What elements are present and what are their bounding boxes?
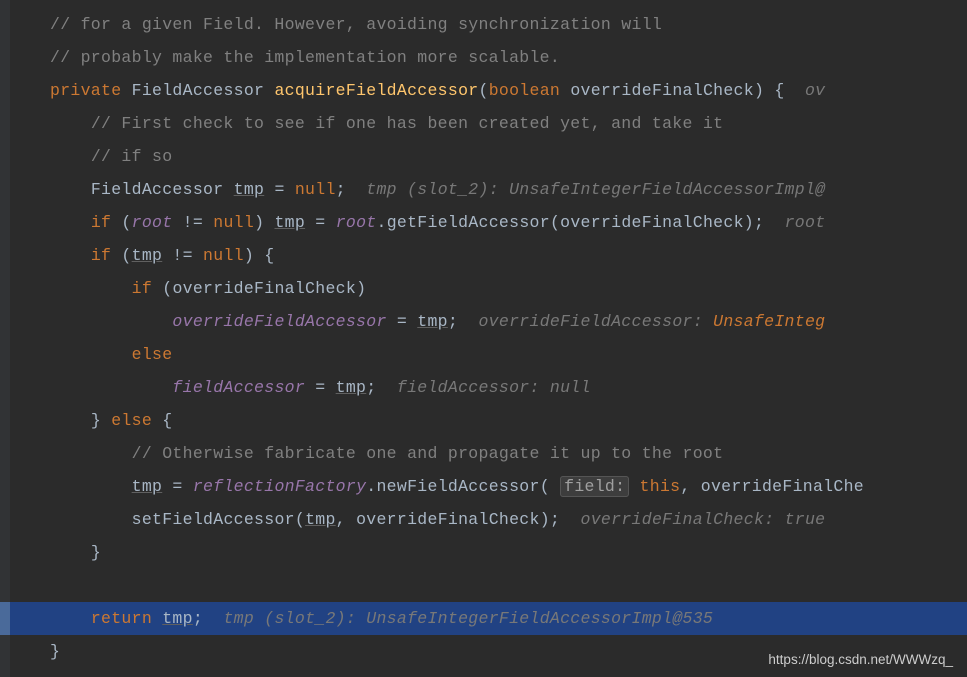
text: } [50, 642, 60, 661]
type: FieldAccessor [132, 81, 265, 100]
code-line[interactable]: // for a given Field. However, avoiding … [0, 8, 967, 41]
text: } [91, 543, 101, 562]
field-ref: reflectionFactory [193, 477, 366, 496]
text: ; [448, 312, 458, 331]
text: ; [366, 378, 376, 397]
code-line[interactable]: tmp = reflectionFactory.newFieldAccessor… [0, 470, 967, 503]
type: FieldAccessor [91, 180, 224, 199]
inline-hint: fieldAccessor: null [397, 378, 591, 397]
field-ref: root [336, 213, 377, 232]
text: . [377, 213, 387, 232]
keyword-null: null [213, 213, 254, 232]
text: ; [193, 609, 203, 628]
code-line[interactable]: // Otherwise fabricate one and propagate… [0, 437, 967, 470]
variable: tmp [132, 246, 163, 265]
field-ref: overrideFieldAccessor [172, 312, 386, 331]
method-call: newFieldAccessor [376, 477, 539, 496]
variable: tmp [234, 180, 265, 199]
code-line[interactable]: private FieldAccessor acquireFieldAccess… [0, 74, 967, 107]
code-editor[interactable]: // for a given Field. However, avoiding … [0, 0, 967, 668]
inline-hint: root [785, 213, 826, 232]
variable: tmp [336, 378, 367, 397]
code-line[interactable]: else [0, 338, 967, 371]
keyword-boolean: boolean [489, 81, 560, 100]
code-line[interactable]: FieldAccessor tmp = null; tmp (slot_2): … [0, 173, 967, 206]
method-call: setFieldAccessor [132, 510, 295, 529]
code-line[interactable] [0, 569, 967, 602]
keyword-else: else [132, 345, 173, 364]
keyword-if: if [91, 246, 111, 265]
inline-hint: UnsafeInteg [713, 312, 825, 331]
code-line[interactable]: overrideFieldAccessor = tmp; overrideFie… [0, 305, 967, 338]
code-line[interactable]: if (root != null) tmp = root.getFieldAcc… [0, 206, 967, 239]
gutter [0, 0, 10, 677]
parameter: overrideFinalChe [701, 477, 864, 496]
variable: tmp [305, 510, 336, 529]
code-line[interactable]: // First check to see if one has been cr… [0, 107, 967, 140]
text: = [387, 312, 418, 331]
method-call: getFieldAccessor [387, 213, 550, 232]
text: ; [550, 510, 560, 529]
gutter-highlight [0, 602, 10, 635]
comment: // if so [91, 147, 173, 166]
keyword-null: null [203, 246, 244, 265]
keyword-this: this [640, 477, 681, 496]
parameter: overrideFinalCheck [172, 279, 356, 298]
text: } [91, 411, 111, 430]
text: . [366, 477, 376, 496]
text: ) [254, 213, 274, 232]
keyword-if: if [132, 279, 152, 298]
code-line[interactable]: fieldAccessor = tmp; fieldAccessor: null [0, 371, 967, 404]
text: != [162, 246, 203, 265]
text: ) { [244, 246, 275, 265]
text: != [172, 213, 213, 232]
code-line[interactable]: if (tmp != null) { [0, 239, 967, 272]
text: , [336, 510, 356, 529]
field-ref: root [132, 213, 173, 232]
param-hint: field: [560, 476, 629, 497]
code-line-current[interactable]: return tmp; tmp (slot_2): UnsafeIntegerF… [0, 602, 967, 635]
variable: tmp [274, 213, 305, 232]
keyword-private: private [50, 81, 121, 100]
text: ; [754, 213, 764, 232]
code-line[interactable]: if (overrideFinalCheck) [0, 272, 967, 305]
code-line[interactable]: setFieldAccessor(tmp, overrideFinalCheck… [0, 503, 967, 536]
code-line[interactable]: // if so [0, 140, 967, 173]
inline-hint: ov [805, 81, 825, 100]
variable: tmp [132, 477, 163, 496]
inline-hint: tmp (slot_2): UnsafeIntegerFieldAccessor… [366, 180, 825, 199]
code-line[interactable]: // probably make the implementation more… [0, 41, 967, 74]
text: { [152, 411, 172, 430]
comment: // First check to see if one has been cr… [91, 114, 724, 133]
parameter: overrideFinalCheck [356, 510, 540, 529]
parameter: overrideFinalCheck [570, 81, 754, 100]
watermark: https://blog.csdn.net/WWWzq_ [768, 652, 953, 667]
method-name: acquireFieldAccessor [274, 81, 478, 100]
inline-hint: overrideFieldAccessor: [478, 312, 713, 331]
inline-hint: tmp (slot_2): UnsafeIntegerFieldAccessor… [223, 609, 713, 628]
inline-hint: overrideFinalCheck: true [581, 510, 826, 529]
text: ; [336, 180, 346, 199]
code-line[interactable]: } else { [0, 404, 967, 437]
parameter: overrideFinalCheck [560, 213, 744, 232]
comment: // for a given Field. However, avoiding … [50, 15, 662, 34]
text: ) { [754, 81, 785, 100]
variable: tmp [162, 609, 193, 628]
keyword-if: if [91, 213, 111, 232]
text: = [162, 477, 193, 496]
field-ref: fieldAccessor [172, 378, 305, 397]
text: = [305, 213, 336, 232]
text: , [680, 477, 700, 496]
text: = [264, 180, 295, 199]
comment: // probably make the implementation more… [50, 48, 560, 67]
comment: // Otherwise fabricate one and propagate… [132, 444, 724, 463]
keyword-return: return [91, 609, 152, 628]
variable: tmp [417, 312, 448, 331]
text: = [305, 378, 336, 397]
keyword-null: null [295, 180, 336, 199]
keyword-else: else [111, 411, 152, 430]
code-line[interactable]: } [0, 536, 967, 569]
